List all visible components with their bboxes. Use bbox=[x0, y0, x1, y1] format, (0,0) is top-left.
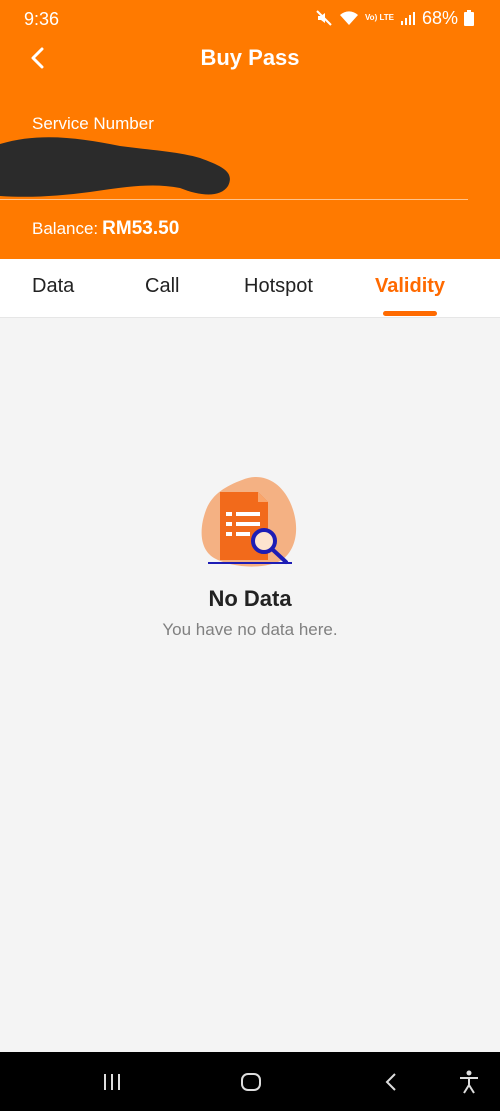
volte-icon: Vo) LTE bbox=[364, 13, 394, 22]
balance: Balance: RM53.50 bbox=[32, 218, 179, 240]
app-bar: Buy Pass bbox=[0, 38, 500, 80]
accessibility-button[interactable] bbox=[455, 1068, 483, 1096]
recents-icon bbox=[104, 1074, 120, 1090]
content-area bbox=[0, 318, 500, 1052]
battery-icon bbox=[464, 10, 474, 26]
active-tab-indicator bbox=[383, 311, 437, 316]
mute-icon bbox=[315, 9, 333, 27]
empty-state-title: No Data bbox=[208, 586, 292, 611]
redaction-scribble bbox=[0, 137, 230, 197]
tab-bar: Data Call Hotspot Validity bbox=[0, 259, 500, 318]
back-icon bbox=[385, 1073, 396, 1091]
header: 9:36 Vo) LTE 68% Buy Pass Service Number bbox=[0, 0, 500, 259]
status-icons: Vo) LTE 68% bbox=[315, 8, 474, 28]
accessibility-icon bbox=[460, 1070, 478, 1094]
balance-amount: RM53.50 bbox=[102, 218, 180, 239]
empty-state-message: You have no data here. bbox=[162, 620, 338, 639]
home-icon bbox=[241, 1073, 261, 1091]
signal-icon bbox=[400, 10, 416, 26]
document-search-icon bbox=[201, 476, 297, 567]
tab-hotspot[interactable]: Hotspot bbox=[244, 275, 313, 298]
page-title: Buy Pass bbox=[200, 45, 300, 70]
recents-button[interactable] bbox=[98, 1068, 126, 1096]
balance-label: Balance: bbox=[32, 219, 99, 238]
nav-back-button[interactable] bbox=[377, 1068, 405, 1096]
tab-data[interactable]: Data bbox=[32, 275, 74, 298]
tab-call[interactable]: Call bbox=[145, 275, 179, 298]
system-nav-bar bbox=[0, 1052, 500, 1111]
battery-text: 68% bbox=[421, 7, 458, 28]
status-time: 9:36 bbox=[24, 9, 60, 29]
home-button[interactable] bbox=[237, 1068, 265, 1096]
status-bar: 9:36 Vo) LTE 68% bbox=[0, 0, 500, 38]
tab-validity[interactable]: Validity bbox=[375, 275, 445, 298]
wifi-icon bbox=[339, 9, 359, 27]
